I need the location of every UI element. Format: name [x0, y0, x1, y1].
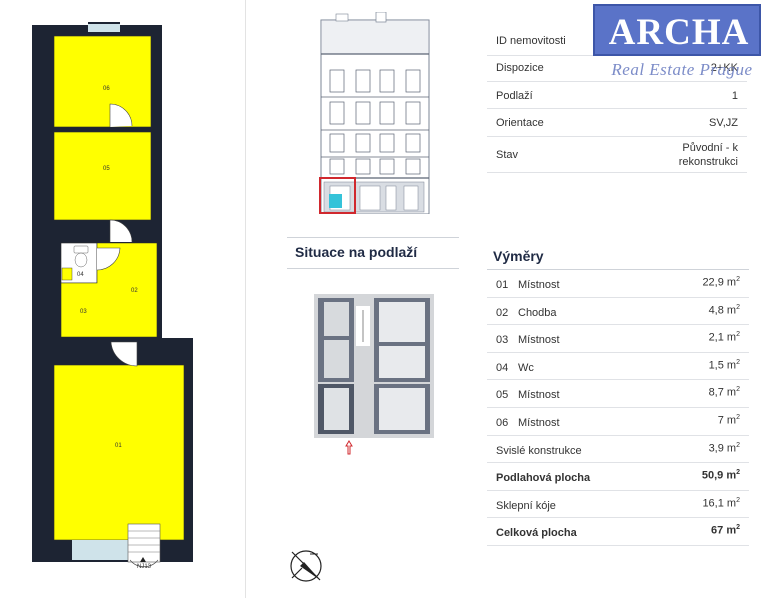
area-name: Wc	[518, 361, 534, 374]
property-label: ID nemovitosti	[496, 35, 566, 47]
total-row: Sklepní kóje 16,1 m2	[487, 491, 749, 519]
area-number: 03	[496, 334, 509, 347]
building-facade-drawing	[319, 12, 430, 214]
area-value: 2,1 m2	[708, 331, 740, 344]
property-row-orientace: Orientace SV,JZ	[487, 109, 747, 137]
total-row: Svislé konstrukce 3,9 m2	[487, 436, 749, 464]
area-name: Místnost	[518, 389, 560, 402]
archa-logo: ARCHA Real Estate Prague	[591, 3, 765, 83]
property-value: 1	[731, 90, 738, 102]
area-value: 8,7 m2	[708, 386, 740, 400]
area-number: 02	[496, 306, 509, 319]
total-label: Svislé konstrukce	[496, 444, 582, 457]
total-value: 67 m2	[711, 524, 740, 538]
property-label: Orientace	[496, 117, 544, 129]
property-row-podlazi: Podlaží 1	[487, 82, 747, 109]
total-value: 3,9 m2	[708, 441, 740, 455]
room-label-05: 05	[103, 166, 110, 172]
total-label: Podlahová plocha	[496, 472, 591, 485]
door-label: NJ13	[137, 564, 152, 570]
room-label-01: 01	[115, 443, 122, 449]
area-row: 01 Místnost 22,9 m2	[487, 270, 749, 298]
total-row: Celková plocha 67 m2	[487, 518, 749, 546]
room-label-04: 04	[77, 272, 84, 278]
total-value: 16,1 m2	[702, 496, 740, 510]
property-label: Podlaží	[496, 90, 533, 102]
areas-title: Výměry	[493, 248, 544, 264]
area-row: 06 Místnost 7 m2	[487, 408, 749, 436]
area-row: 03 Místnost 2,1 m2	[487, 325, 749, 353]
floor-plan: 06 05 04 03 02 01 NJ13	[0, 0, 245, 598]
area-number: 06	[496, 417, 509, 429]
area-number: 01	[496, 279, 509, 291]
property-row-stav: Stav Původní - k rekonstrukci	[487, 137, 747, 173]
area-name: Místnost	[518, 279, 560, 291]
area-row: 05 Místnost 8,7 m2	[487, 380, 749, 408]
area-row: 04 Wc 1,5 m2	[487, 353, 749, 381]
logo-tagline: Real Estate Prague	[611, 60, 753, 79]
area-row: 02 Chodba 4,8 m2	[487, 298, 749, 326]
area-name: Chodba	[518, 306, 557, 319]
area-value: 1,5 m2	[708, 358, 740, 372]
area-name: Místnost	[518, 417, 560, 429]
situation-title: Situace na podlaží	[295, 244, 418, 260]
entrance-arrow-icon	[345, 440, 353, 455]
total-label: Celková plocha	[496, 527, 577, 540]
area-value: 4,8 m2	[708, 303, 740, 317]
property-value: Původní - k rekonstrukci	[678, 142, 738, 168]
room-label-03: 03	[80, 309, 87, 315]
compass-icon	[290, 550, 322, 582]
room-label-06: 06	[103, 86, 110, 92]
floor-plan-drawing: 06 05 04 03 02 01 NJ13	[32, 22, 193, 570]
total-row: Podlahová plocha 50,9 m2	[487, 463, 749, 491]
situation-bottom-rule	[287, 268, 459, 269]
area-number: 05	[496, 389, 509, 402]
total-label: Sklepní kóje	[496, 499, 556, 512]
property-label: Dispozice	[496, 62, 544, 74]
area-value: 22,9 m2	[702, 276, 740, 289]
room-label-02: 02	[131, 288, 138, 294]
property-value: SV,JZ	[709, 117, 738, 129]
total-value: 50,9 m2	[701, 469, 740, 482]
situation-top-rule	[287, 237, 459, 238]
area-value: 7 m2	[717, 414, 740, 427]
area-number: 04	[496, 361, 509, 374]
logo-box: ARCHA	[593, 4, 761, 56]
property-label: Stav	[496, 149, 519, 161]
area-name: Místnost	[518, 334, 560, 347]
panel-divider	[245, 0, 246, 598]
logo-wordmark: ARCHA	[608, 12, 750, 53]
floor-situation-drawing	[314, 294, 434, 455]
